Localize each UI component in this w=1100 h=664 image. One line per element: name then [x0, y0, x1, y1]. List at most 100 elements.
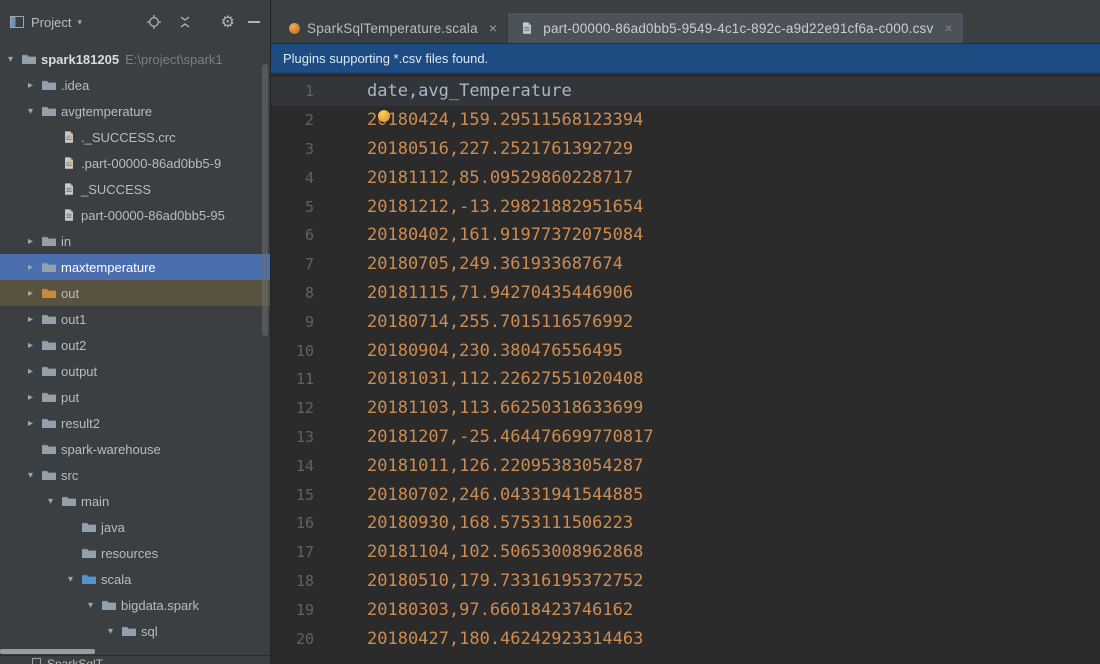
package-icon	[119, 623, 138, 639]
editor-line[interactable]: 12 20181103,113.66250318633699	[271, 394, 1100, 423]
line-text: 20181212,-13.29821882951654	[367, 196, 644, 217]
chevron-right-icon[interactable]: ▸	[22, 288, 39, 299]
tree-item-output[interactable]: ▸ output	[0, 358, 270, 384]
editor-line[interactable]: 11 20181031,112.22627551020408	[271, 365, 1100, 394]
tree-item-success[interactable]: _SUCCESS	[0, 176, 270, 202]
chevron-right-icon[interactable]: ▸	[22, 392, 39, 403]
folder-icon	[19, 51, 38, 67]
csv-file-icon	[518, 19, 536, 37]
line-text: 20180904,230.380476556495	[367, 340, 623, 361]
tree-item-label: result2	[61, 415, 101, 431]
tree-item-idea[interactable]: ▸ .idea	[0, 72, 270, 98]
intention-bulb-icon[interactable]	[378, 109, 390, 122]
close-icon[interactable]: ×	[489, 20, 497, 36]
line-text: 20180510,179.73316195372752	[367, 570, 644, 591]
folder-icon	[79, 519, 98, 535]
chevron-down-icon[interactable]: ▾	[102, 626, 119, 637]
folder-icon	[39, 415, 58, 431]
tab-csv-file[interactable]: part-00000-86ad0bb5-9549-4c1c-892c-a9d22…	[508, 13, 963, 43]
chevron-down-icon[interactable]: ▾	[62, 574, 79, 585]
tree-item-maxtemperature[interactable]: ▸ maxtemperature	[0, 254, 270, 280]
hide-panel-icon[interactable]	[248, 21, 260, 23]
tree-item-out[interactable]: ▸ out	[0, 280, 270, 306]
editor-line[interactable]: 14 20181011,126.22095383054287	[271, 451, 1100, 480]
editor-line[interactable]: 10 20180904,230.380476556495	[271, 336, 1100, 365]
tree-item-label: bigdata.spark	[121, 597, 200, 613]
editor-line[interactable]: 1 date,avg_Temperature	[271, 77, 1100, 106]
tree-item-put[interactable]: ▸ put	[0, 384, 270, 410]
locate-file-icon[interactable]	[145, 13, 163, 31]
tree-item-out1[interactable]: ▸ out1	[0, 306, 270, 332]
package-icon	[99, 597, 118, 613]
chevron-down-icon[interactable]: ▾	[22, 106, 39, 117]
editor-line[interactable]: 2 20180424,159.29511568123394	[271, 106, 1100, 135]
tool-window-selector[interactable]: Project ▾	[4, 11, 86, 33]
run-toolwindow-partial[interactable]: SparkSqlT	[0, 655, 270, 664]
line-text: 20180702,246.04331941544885	[367, 484, 644, 505]
editor-line[interactable]: 19 20180303,97.66018423746162	[271, 595, 1100, 624]
editor-line[interactable]: 7 20180705,249.361933687674	[271, 250, 1100, 279]
collapse-all-icon[interactable]	[176, 13, 194, 31]
tree-item-success-crc[interactable]: ? ._SUCCESS.crc	[0, 124, 270, 150]
file-icon	[59, 182, 78, 196]
tree-item-src[interactable]: ▾ src	[0, 462, 270, 488]
chevron-down-icon[interactable]: ▾	[22, 470, 39, 481]
editor-line[interactable]: 15 20180702,246.04331941544885	[271, 480, 1100, 509]
tree-item-spark181205[interactable]: ▾ spark181205 E:\project\spark1	[0, 46, 270, 72]
notification-banner: Plugins supporting *.csv files found.	[271, 44, 1100, 74]
editor-line[interactable]: 3 20180516,227.2521761392729	[271, 135, 1100, 164]
chevron-right-icon[interactable]: ▸	[22, 366, 39, 377]
tree-item-label: spark181205	[41, 51, 120, 67]
editor-line[interactable]: 17 20181104,102.50653008962868	[271, 538, 1100, 567]
editor-line[interactable]: 8 20181115,71.94270435446906	[271, 279, 1100, 308]
editor-lines: 1 date,avg_Temperature 2 20180424,159.29511…	[271, 77, 1100, 653]
gear-icon[interactable]: ⚙	[221, 14, 235, 30]
vertical-scrollbar[interactable]	[262, 64, 268, 336]
tree-item-main[interactable]: ▾ main	[0, 488, 270, 514]
editor-line[interactable]: 6 20180402,161.91977372075084	[271, 221, 1100, 250]
tree-item-bigdata-spark[interactable]: ▾ bigdata.spark	[0, 592, 270, 618]
line-text: 20181103,113.66250318633699	[367, 398, 644, 419]
editor-line[interactable]: 18 20180510,179.73316195372752	[271, 567, 1100, 596]
chevron-right-icon[interactable]: ▸	[22, 418, 39, 429]
editor[interactable]: 1 date,avg_Temperature 2 20180424,159.29511…	[271, 74, 1100, 664]
tab-sparksqltemperature-scala[interactable]: SparkSqlTemperature.scala ×	[279, 13, 509, 43]
chevron-down-icon[interactable]: ▾	[82, 600, 99, 611]
tree-item-spark-warehouse[interactable]: spark-warehouse	[0, 436, 270, 462]
tree-item-label: output	[61, 363, 98, 379]
tree-item-avgtemperature[interactable]: ▾ avgtemperature	[0, 98, 270, 124]
editor-line[interactable]: 13 20181207,-25.464476699770817	[271, 423, 1100, 452]
editor-line[interactable]: 5 20181212,-13.29821882951654	[271, 192, 1100, 221]
chevron-down-icon[interactable]: ▾	[2, 54, 19, 65]
folder-icon	[39, 103, 58, 119]
tree-item-resources[interactable]: resources	[0, 540, 270, 566]
chevron-right-icon[interactable]: ▸	[22, 80, 39, 91]
tree-item-sql[interactable]: ▾ sql	[0, 618, 270, 644]
chevron-right-icon[interactable]: ▸	[22, 314, 39, 325]
tree-item-scala[interactable]: ▾ scala	[0, 566, 270, 592]
editor-line[interactable]: 9 20180714,255.7015116576992	[271, 307, 1100, 336]
chevron-right-icon[interactable]: ▸	[22, 262, 39, 273]
tree-item-label: spark-warehouse	[61, 441, 161, 457]
line-text: date,avg_Temperature	[367, 81, 572, 102]
line-text: 20180714,255.7015116576992	[367, 311, 634, 332]
tree-item-part-00000-86ad0bb5-9[interactable]: ? .part-00000-86ad0bb5-9	[0, 150, 270, 176]
close-icon[interactable]: ×	[944, 20, 952, 36]
editor-line[interactable]: 4 20181112,85.09529860228717	[271, 163, 1100, 192]
tree-item-java[interactable]: java	[0, 514, 270, 540]
folder-icon	[59, 493, 78, 509]
tree-item-label: out	[61, 285, 80, 301]
folder-icon	[39, 77, 58, 93]
chevron-right-icon[interactable]: ▸	[22, 340, 39, 351]
tree-item-in[interactable]: ▸ in	[0, 228, 270, 254]
editor-line[interactable]: 16 20180930,168.5753111506223	[271, 509, 1100, 538]
horizontal-scrollbar[interactable]	[0, 649, 95, 654]
line-text: 20180424,159.29511568123394	[367, 110, 644, 131]
chevron-right-icon[interactable]: ▸	[22, 236, 39, 247]
tree-item-result2[interactable]: ▸ result2	[0, 410, 270, 436]
line-text: 20181115,71.94270435446906	[367, 282, 634, 303]
tree-item-out2[interactable]: ▸ out2	[0, 332, 270, 358]
editor-line[interactable]: 20 20180427,180.46242923314463	[271, 624, 1100, 653]
tree-item-part-00000-86ad0bb5-95[interactable]: part-00000-86ad0bb5-95	[0, 202, 270, 228]
chevron-down-icon[interactable]: ▾	[42, 496, 59, 507]
